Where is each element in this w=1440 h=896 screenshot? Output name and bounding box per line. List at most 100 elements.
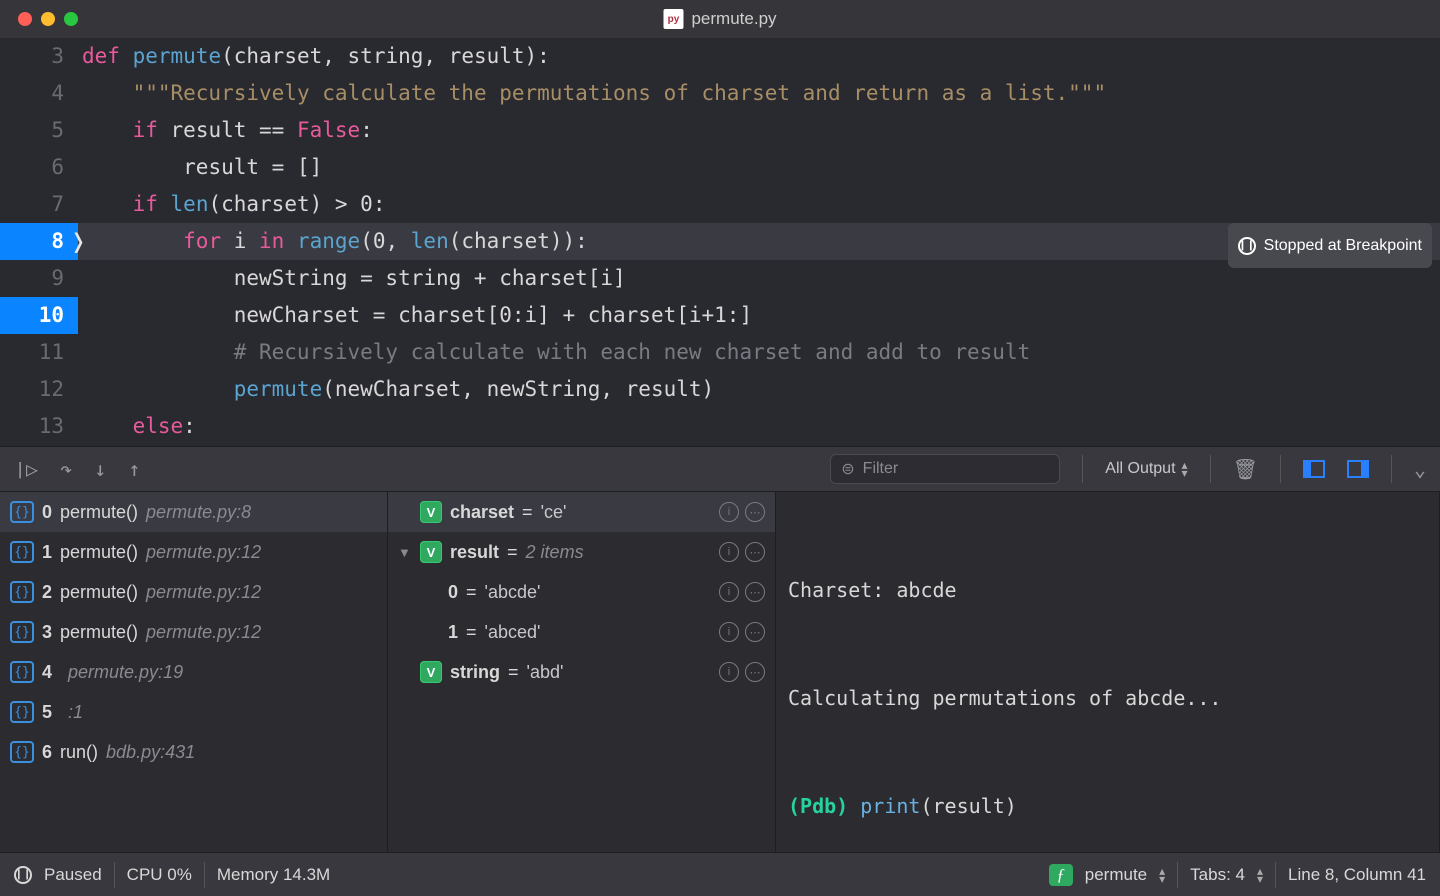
updown-icon[interactable]: ▴▾ (1159, 867, 1165, 883)
info-icon[interactable]: i (719, 582, 739, 602)
line-number[interactable]: 5 (0, 112, 78, 149)
filter-placeholder: Filter (863, 460, 899, 478)
frame-icon: {} (10, 661, 34, 683)
line-number[interactable]: 11 (0, 334, 78, 371)
pause-icon[interactable]: ❙❙ (14, 866, 32, 884)
line-number[interactable]: 7 (0, 186, 78, 223)
stack-frame[interactable]: {} 0 permute() permute.py:8 (0, 492, 387, 532)
pause-icon: ❙❙ (1238, 237, 1256, 255)
step-out-button[interactable]: ↑ (128, 457, 140, 481)
more-icon[interactable]: ⋯ (745, 502, 765, 522)
variable-row[interactable]: V string = 'abd' i ⋯ (388, 652, 775, 692)
disclosure-icon[interactable]: ▼ (398, 545, 412, 560)
separator (1280, 455, 1281, 483)
status-bar: ❙❙ Paused CPU 0% Memory 14.3M ƒ permute … (0, 852, 1440, 896)
more-icon[interactable]: ⋯ (745, 622, 765, 642)
variable-icon: V (420, 501, 442, 523)
t: len (171, 192, 209, 216)
stopped-at-breakpoint-badge: ❙❙ Stopped at Breakpoint (1228, 223, 1432, 268)
console-line: Calculating permutations of abcde... (788, 680, 1427, 716)
output-scope-select[interactable]: All Output ▴▾ (1105, 460, 1187, 478)
chevron-down-icon[interactable]: ⌄ (1414, 457, 1426, 481)
t: (0, (360, 229, 411, 253)
separator (1082, 455, 1083, 483)
variable-row[interactable]: 0 = 'abcde' i ⋯ (388, 572, 775, 612)
debug-toolbar: ❘▷ ↷ ↓ ↑ ⊜ Filter All Output ▴▾ 🗑 ⌄ (0, 446, 1440, 492)
line-number[interactable]: 9 (0, 260, 78, 297)
row-actions: i ⋯ (719, 662, 765, 682)
t: newCharset = charset[0:i] + charset[i+1:… (234, 303, 752, 327)
filter-icon: ⊜ (841, 459, 854, 479)
line-number[interactable]: 4 (0, 75, 78, 112)
breakpoint-line-number[interactable]: 10 (0, 297, 78, 334)
line-number[interactable]: 3 (0, 38, 78, 75)
t: result = [] (183, 155, 322, 179)
debug-console[interactable]: Charset: abcde Calculating permutations … (776, 492, 1440, 852)
variable-row[interactable]: V charset = 'ce' i ⋯ (388, 492, 775, 532)
info-icon[interactable]: i (719, 622, 739, 642)
line-number[interactable]: 6 (0, 149, 78, 186)
step-over-button[interactable]: ↷ (60, 457, 72, 481)
frame-icon: {} (10, 501, 34, 523)
t: (charset)): (449, 229, 588, 253)
stack-frame[interactable]: {} 3 permute() permute.py:12 (0, 612, 387, 652)
left-panel-toggle[interactable] (1303, 460, 1325, 478)
t: # Recursively calculate with each new ch… (234, 340, 1031, 364)
stack-frame[interactable]: {} 4 permute.py:19 (0, 652, 387, 692)
gutter[interactable]: 3 4 5 6 7 8 9 10 11 12 13 (0, 38, 78, 446)
trash-icon[interactable]: 🗑 (1233, 457, 1258, 481)
variables-pane[interactable]: V charset = 'ce' i ⋯ ▼V result = 2 items… (388, 492, 776, 852)
title: py permute.py (663, 9, 776, 29)
t: for (183, 229, 221, 253)
filter-input[interactable]: ⊜ Filter (830, 454, 1060, 484)
stack-frame[interactable]: {} 5 :1 (0, 692, 387, 732)
t: range (297, 229, 360, 253)
console-line: Charset: abcde (788, 572, 1427, 608)
cursor-position[interactable]: Line 8, Column 41 (1288, 865, 1426, 885)
line-number[interactable]: 13 (0, 408, 78, 445)
breakpoint-line-number[interactable]: 8 (0, 223, 78, 260)
info-icon[interactable]: i (719, 542, 739, 562)
continue-button[interactable]: ❘▷ (14, 457, 38, 481)
stack-frame[interactable]: {} 1 permute() permute.py:12 (0, 532, 387, 572)
t: result == (171, 118, 297, 142)
t: permute (234, 377, 323, 401)
variable-row[interactable]: ▼V result = 2 items i ⋯ (388, 532, 775, 572)
row-actions: i ⋯ (719, 502, 765, 522)
separator (1275, 862, 1276, 888)
info-icon[interactable]: i (719, 662, 739, 682)
step-into-button[interactable]: ↓ (94, 457, 106, 481)
cpu-usage[interactable]: CPU 0% (127, 865, 192, 885)
more-icon[interactable]: ⋯ (745, 582, 765, 602)
t: len (411, 229, 449, 253)
code-editor[interactable]: 3 4 5 6 7 8 9 10 11 12 13 def permute(ch… (0, 38, 1440, 446)
t: """Recursively calculate the permutation… (133, 81, 1107, 105)
t: permute (133, 44, 222, 68)
row-actions: i ⋯ (719, 582, 765, 602)
t: False (297, 118, 360, 142)
stack-frame[interactable]: {} 6 run() bdb.py:431 (0, 732, 387, 772)
tab-width[interactable]: Tabs: 4 (1190, 865, 1245, 885)
info-icon[interactable]: i (719, 502, 739, 522)
variable-row[interactable]: 1 = 'abced' i ⋯ (388, 612, 775, 652)
fullscreen-button[interactable] (64, 12, 78, 26)
updown-icon[interactable]: ▴▾ (1257, 867, 1263, 883)
right-panel-toggle[interactable] (1347, 460, 1369, 478)
current-function[interactable]: permute (1085, 865, 1147, 885)
call-stack-pane[interactable]: {} 0 permute() permute.py:8{} 1 permute(… (0, 492, 388, 852)
separator (1391, 455, 1392, 483)
t: (newCharset, newString, result) (322, 377, 714, 401)
line-number[interactable]: 12 (0, 371, 78, 408)
t: if (133, 118, 158, 142)
frame-icon: {} (10, 581, 34, 603)
t: def (82, 44, 120, 68)
stack-frame[interactable]: {} 2 permute() permute.py:12 (0, 572, 387, 612)
more-icon[interactable]: ⋯ (745, 542, 765, 562)
memory-usage[interactable]: Memory 14.3M (217, 865, 330, 885)
close-window-button[interactable] (18, 12, 32, 26)
code-body[interactable]: def permute(charset, string, result): ""… (78, 38, 1440, 446)
more-icon[interactable]: ⋯ (745, 662, 765, 682)
frame-icon: {} (10, 621, 34, 643)
frame-icon: {} (10, 741, 34, 763)
minimize-window-button[interactable] (41, 12, 55, 26)
